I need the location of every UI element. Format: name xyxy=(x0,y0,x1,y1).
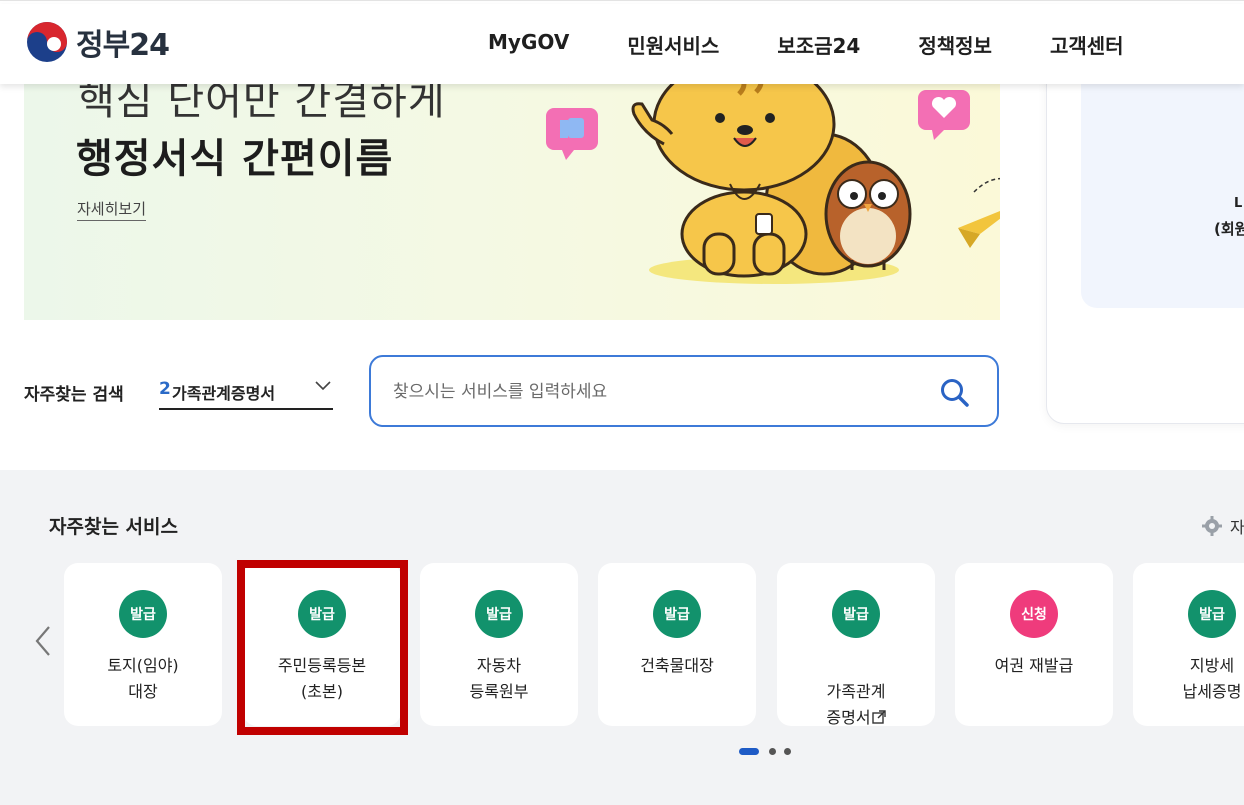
issue-badge: 발급 xyxy=(1188,590,1236,638)
apply-badge: 신청 xyxy=(1010,590,1058,638)
main-nav: MyGOV 민원서비스 보조금24 정책정보 고객센터 xyxy=(488,30,1124,59)
frequent-search-rank: 2 xyxy=(159,379,171,399)
pagination-dot[interactable] xyxy=(784,748,791,755)
service-card-passport-reissue[interactable]: 신청 여권 재발급 xyxy=(955,563,1113,726)
service-card-label-wrap: 가족관계 증명서 xyxy=(777,653,935,731)
issue-badge: 발급 xyxy=(832,590,880,638)
thumbs-up-bubble-icon xyxy=(546,108,598,160)
search-icon[interactable] xyxy=(939,377,971,409)
chevron-down-icon xyxy=(315,381,331,391)
hero-headline-top: 핵심 단어만 간결하게 xyxy=(78,84,446,124)
service-card-land-register[interactable]: 발급 토지(임야) 대장 xyxy=(64,563,222,726)
frequent-search-label: 자주찾는 검색 xyxy=(24,385,124,405)
logo-text: 정부24 xyxy=(76,28,170,63)
service-search-box xyxy=(369,355,999,427)
side-panel-text-top: L xyxy=(1234,196,1243,211)
service-card-label: 지방세 납세증명 xyxy=(1182,656,1242,701)
paper-plane-icon xyxy=(958,177,1000,248)
nav-item-mygov[interactable]: MyGOV xyxy=(488,30,569,59)
service-card-local-tax-certificate[interactable]: 발급 지방세 납세증명 xyxy=(1133,563,1244,726)
side-panel-text-bottom: (회원 xyxy=(1214,220,1244,238)
services-settings-label: 자 xyxy=(1230,518,1244,537)
search-input[interactable] xyxy=(393,377,913,407)
service-card-building-register[interactable]: 발급 건축물대장 xyxy=(598,563,756,726)
heart-bubble-icon xyxy=(918,90,970,140)
site-header: 정부24 MyGOV 민원서비스 보조금24 정책정보 고객센터 xyxy=(0,4,1244,84)
mascot-illustration xyxy=(546,84,1000,284)
service-card-vehicle-register[interactable]: 발급 자동차 등록원부 xyxy=(420,563,578,726)
service-card-label: 여권 재발급 xyxy=(994,656,1074,675)
login-side-panel-inner[interactable] xyxy=(1081,60,1244,308)
issue-badge: 발급 xyxy=(653,590,701,638)
site-logo[interactable]: 정부24 xyxy=(26,20,170,64)
taegeuk-logo-icon xyxy=(27,22,67,62)
nav-item-civil-service[interactable]: 민원서비스 xyxy=(627,30,719,59)
hero-banner[interactable]: 핵심 단어만 간결하게 행정서식 간편이름 자세히보기 xyxy=(24,84,1000,320)
gear-icon xyxy=(1202,516,1222,536)
service-card-label: 토지(임야) 대장 xyxy=(107,656,179,701)
issue-badge: 발급 xyxy=(475,590,523,638)
nav-item-subsidy24[interactable]: 보조금24 xyxy=(777,30,860,59)
issue-badge: 발급 xyxy=(298,590,346,638)
section-title: 자주찾는 서비스 xyxy=(49,516,178,538)
service-card-label: 건축물대장 xyxy=(640,656,714,675)
external-link-icon xyxy=(871,710,886,724)
frequent-search-select[interactable]: 2 가족관계증명서 xyxy=(159,370,333,410)
carousel-pagination xyxy=(739,748,791,755)
nav-item-customer-center[interactable]: 고객센터 xyxy=(1050,30,1124,59)
service-card-resident-registration[interactable]: 발급 주민등록등본 (초본) xyxy=(243,563,401,726)
frequent-services-section: 자주찾는 서비스 자 발급 토지(임야) 대장 발급 주민등록등본 (초본) 발… xyxy=(0,470,1244,805)
hero-headline: 행정서식 간편이름 xyxy=(76,136,394,182)
services-settings-button[interactable]: 자 xyxy=(1202,514,1244,538)
hero-more-link[interactable]: 자세히보기 xyxy=(77,198,147,221)
issue-badge: 발급 xyxy=(119,590,167,638)
service-card-label: 주민등록등본 (초본) xyxy=(277,656,367,701)
chevron-left-icon[interactable] xyxy=(32,624,54,658)
nav-item-policy-info[interactable]: 정책정보 xyxy=(918,30,992,59)
pagination-dot[interactable] xyxy=(769,748,776,755)
service-card-label: 자동차 등록원부 xyxy=(469,656,529,701)
pagination-dot-active[interactable] xyxy=(739,748,759,755)
frequent-search-term: 가족관계증명서 xyxy=(172,384,276,403)
service-card-family-certificate[interactable]: 발급 가족관계 증명서 xyxy=(777,563,935,727)
